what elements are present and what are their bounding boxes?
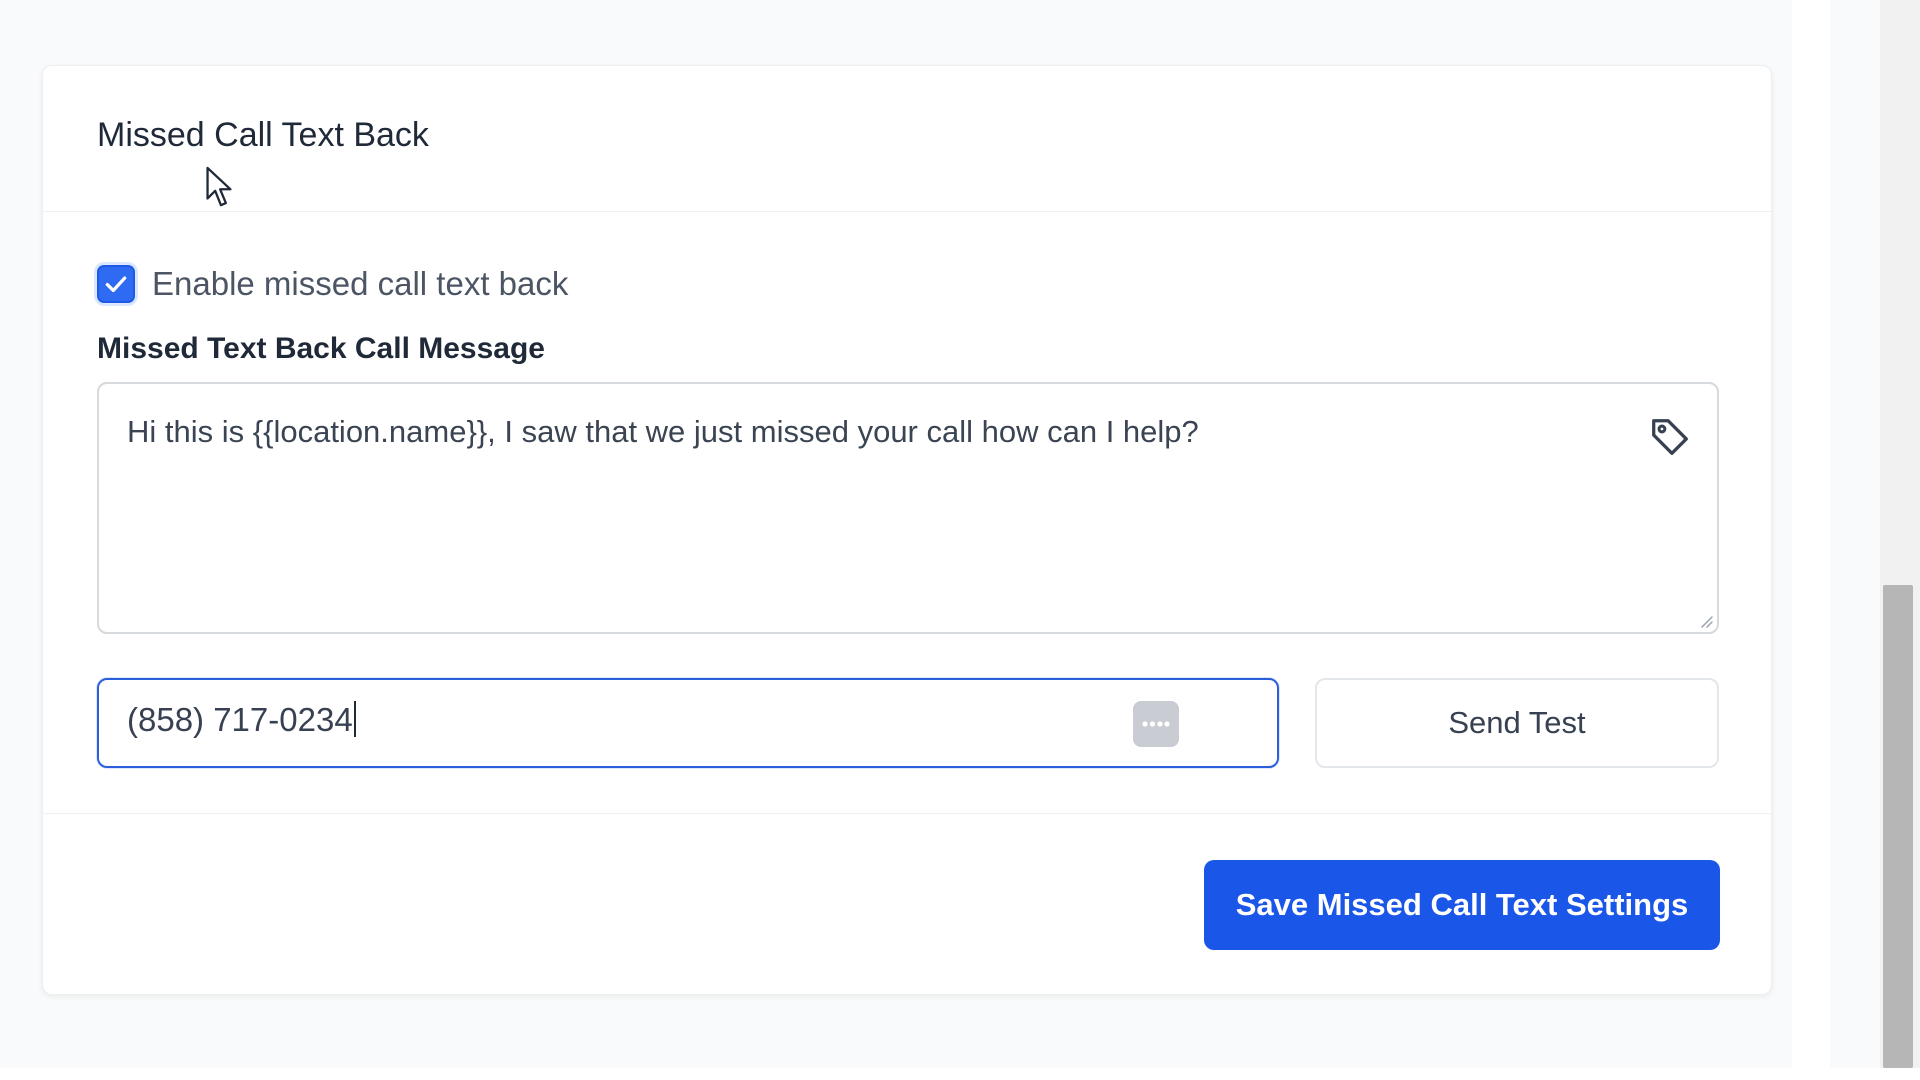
enable-missed-call-checkbox[interactable] [97, 265, 135, 303]
scrollbar-thumb[interactable] [1883, 585, 1913, 1068]
test-phone-text[interactable]: (858) 717-0234 [127, 701, 353, 738]
text-caret [353, 701, 356, 737]
tag-icon[interactable] [1647, 414, 1693, 460]
save-settings-button[interactable]: Save Missed Call Text Settings [1204, 860, 1720, 950]
test-phone-value[interactable]: (858) 717-0234 [127, 701, 356, 739]
enable-missed-call-label[interactable]: Enable missed call text back [152, 265, 568, 303]
bottom-strip [0, 1068, 1920, 1080]
autofill-key-icon[interactable] [1133, 701, 1179, 747]
missed-call-settings-card: Missed Call Text Back Enable missed call… [42, 65, 1772, 995]
message-text[interactable]: Hi this is {{location.name}}, I saw that… [127, 412, 1607, 452]
send-test-button[interactable]: Send Test [1315, 678, 1719, 768]
footer-divider [43, 813, 1771, 814]
message-textarea[interactable]: Hi this is {{location.name}}, I saw that… [97, 382, 1719, 634]
enable-missed-call-row[interactable]: Enable missed call text back [97, 264, 568, 304]
check-icon [105, 276, 127, 293]
message-field-label: Missed Text Back Call Message [97, 332, 545, 365]
card-header: Missed Call Text Back [43, 66, 1771, 212]
autofill-dots-icon [1142, 721, 1170, 727]
test-phone-input[interactable]: (858) 717-0234 [97, 678, 1279, 768]
card-title: Missed Call Text Back [97, 116, 429, 154]
right-rail [1792, 0, 1830, 1068]
resize-grip-icon[interactable] [1697, 612, 1713, 628]
